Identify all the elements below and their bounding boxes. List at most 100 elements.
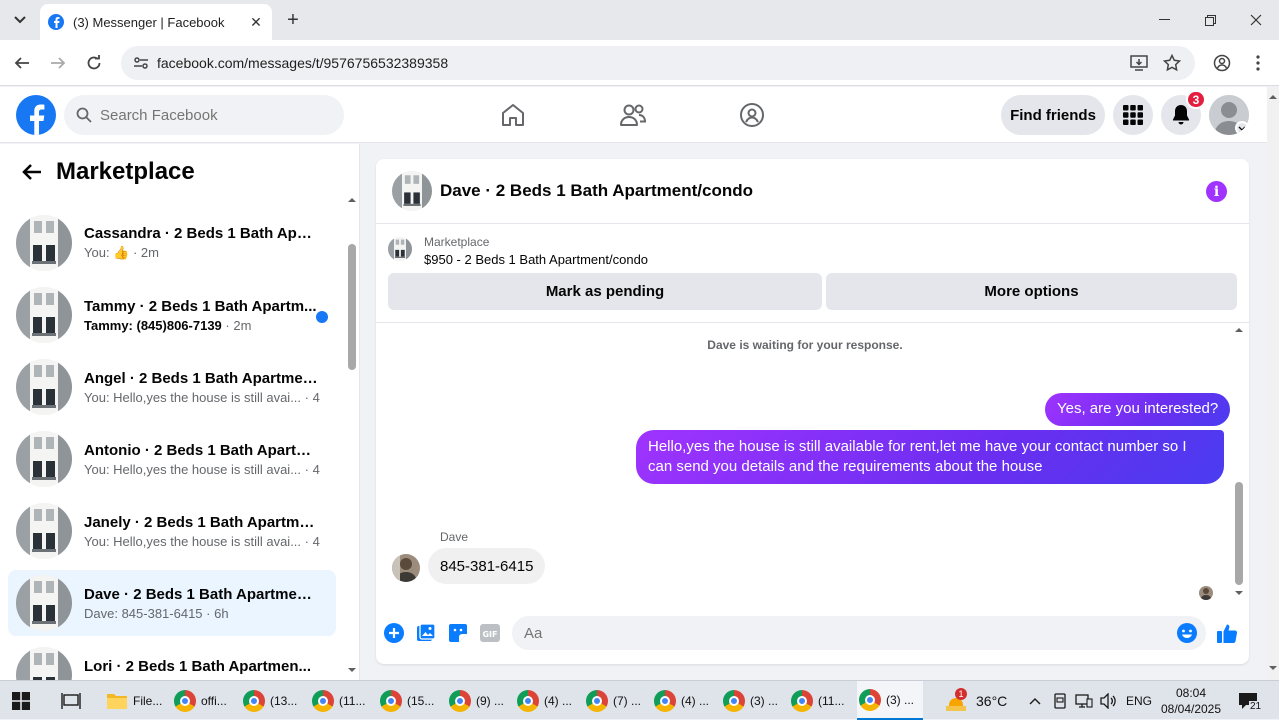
account-avatar[interactable] bbox=[1209, 95, 1249, 135]
conversation-thumbnail bbox=[16, 287, 72, 343]
conversation-item[interactable]: Tammy · 2 Beds 1 Bath Apartm... Tammy: (8… bbox=[8, 282, 336, 348]
search-input[interactable] bbox=[100, 106, 320, 124]
tray-overflow-chevron-icon[interactable] bbox=[1029, 681, 1041, 720]
sender-name: Dave bbox=[440, 530, 469, 544]
outgoing-message[interactable]: Hello,yes the house is still available f… bbox=[636, 430, 1224, 484]
minimize-button[interactable] bbox=[1141, 0, 1187, 40]
conversation-name: Tammy · 2 Beds 1 Bath Apartm... bbox=[84, 297, 317, 315]
back-arrow-icon[interactable] bbox=[22, 163, 42, 181]
conversation-preview: You: 👍 · 2m bbox=[84, 245, 159, 260]
chrome-icon bbox=[723, 689, 745, 712]
marketplace-listing-banner[interactable]: Marketplace $950 - 2 Beds 1 Bath Apartme… bbox=[388, 235, 1238, 271]
taskbar-label: (15... bbox=[407, 693, 435, 708]
like-thumb-icon[interactable] bbox=[1216, 622, 1238, 644]
svg-text:GIF: GIF bbox=[482, 630, 497, 639]
find-friends-button[interactable]: Find friends bbox=[1001, 95, 1105, 135]
install-app-icon[interactable] bbox=[1130, 54, 1148, 72]
sidebar-title: Marketplace bbox=[56, 158, 195, 185]
reload-icon[interactable] bbox=[82, 51, 106, 75]
conversation-item[interactable]: Angel · 2 Beds 1 Bath Apartment... You: H… bbox=[8, 354, 336, 420]
sidebar-scrollbar[interactable] bbox=[346, 192, 358, 680]
conversation-item[interactable]: Lori · 2 Beds 1 Bath Apartmen...You: yes… bbox=[8, 642, 336, 680]
incoming-message[interactable]: 845-381-6415 bbox=[428, 548, 546, 584]
sender-avatar[interactable] bbox=[392, 554, 420, 582]
home-icon[interactable] bbox=[497, 99, 529, 131]
taskbar-chrome-window[interactable]: (4) ... bbox=[515, 681, 581, 720]
outgoing-message[interactable]: Yes, are you interested? bbox=[1045, 393, 1231, 426]
profile-icon[interactable] bbox=[1210, 51, 1234, 75]
taskbar-chrome-window[interactable]: (15... bbox=[378, 681, 444, 720]
facebook-favicon-icon bbox=[48, 14, 64, 30]
more-options-button[interactable]: More options bbox=[826, 273, 1237, 310]
taskbar-chrome-window[interactable]: (13... bbox=[241, 681, 307, 720]
new-tab-button[interactable]: + bbox=[282, 9, 304, 31]
conversation-item[interactable]: Dave · 2 Beds 1 Bath Apartment/... Dave: … bbox=[8, 570, 336, 636]
input-language[interactable]: ENG bbox=[1126, 681, 1152, 720]
gif-icon[interactable]: GIF bbox=[479, 622, 501, 644]
conversation-info-icon[interactable]: i bbox=[1206, 181, 1227, 202]
thread-scrollbar[interactable] bbox=[1233, 322, 1245, 604]
notification-center-icon[interactable]: 21 bbox=[1238, 681, 1263, 720]
taskbar-file-explorer[interactable]: File... bbox=[104, 681, 170, 720]
task-view-icon[interactable] bbox=[61, 681, 81, 720]
listing-price-title: $950 - 2 Beds 1 Bath Apartment/condo bbox=[424, 252, 649, 267]
message-input-box[interactable] bbox=[512, 616, 1206, 650]
conversation-preview: Tammy: (845)806-7139 · 2m bbox=[84, 318, 320, 333]
volume-icon[interactable] bbox=[1100, 681, 1118, 720]
taskbar-chrome-window[interactable]: (11... bbox=[789, 681, 855, 720]
sticker-icon[interactable] bbox=[447, 622, 469, 644]
bookmark-star-icon[interactable] bbox=[1163, 54, 1181, 72]
chrome-icon bbox=[449, 689, 471, 712]
friends-icon[interactable] bbox=[617, 99, 649, 131]
conversation-thumbnail bbox=[16, 359, 72, 415]
taskbar-chrome-window[interactable]: (9) ... bbox=[447, 681, 513, 720]
attach-photo-icon[interactable] bbox=[415, 622, 437, 644]
back-icon[interactable] bbox=[10, 51, 34, 75]
chrome-icon bbox=[654, 689, 676, 712]
conversation-item[interactable]: Cassandra · 2 Beds 1 Bath Apart... You: 👍… bbox=[8, 210, 336, 276]
taskbar-label: (11... bbox=[339, 693, 366, 708]
address-bar[interactable]: facebook.com/messages/t/9576756532389358 bbox=[121, 46, 1195, 80]
chrome-icon bbox=[517, 689, 539, 712]
browser-menu-icon[interactable] bbox=[1246, 51, 1270, 75]
conversation-preview: You: Hello,yes the house is still avai..… bbox=[84, 533, 320, 549]
groups-icon[interactable] bbox=[736, 99, 768, 131]
conversation-item[interactable]: Janely · 2 Beds 1 Bath Apartmen... You: H… bbox=[8, 498, 336, 564]
restore-button[interactable] bbox=[1187, 0, 1233, 40]
windows-taskbar: File... offi... (13... (11... (15... (9) ... (… bbox=[0, 680, 1279, 720]
site-settings-icon[interactable] bbox=[133, 55, 149, 71]
chrome-icon bbox=[380, 689, 402, 712]
taskbar-chrome-window[interactable]: (7) ... bbox=[584, 681, 650, 720]
clock[interactable]: 08:04 08/04/2025 bbox=[1161, 681, 1221, 720]
chat-title[interactable]: Dave · 2 Beds 1 Bath Apartment/condo bbox=[440, 181, 753, 201]
browser-tab-active[interactable]: (3) Messenger | Facebook ✕ bbox=[40, 4, 272, 40]
mark-as-pending-button[interactable]: Mark as pending bbox=[388, 273, 822, 310]
close-window-button[interactable] bbox=[1233, 0, 1279, 40]
conversation-name: Angel · 2 Beds 1 Bath Apartment... bbox=[84, 369, 320, 387]
more-actions-plus-icon[interactable] bbox=[383, 622, 405, 644]
message-input[interactable] bbox=[524, 624, 1144, 642]
notification-count-badge: 3 bbox=[1186, 90, 1206, 109]
facebook-logo-icon[interactable] bbox=[16, 95, 56, 135]
forward-icon[interactable] bbox=[46, 51, 70, 75]
menu-grid-icon[interactable] bbox=[1113, 95, 1153, 135]
facebook-search-box[interactable] bbox=[64, 95, 344, 135]
page-scrollbar[interactable] bbox=[1267, 87, 1279, 680]
taskbar-chrome-window[interactable]: (4) ... bbox=[652, 681, 718, 720]
conversation-thumbnail bbox=[16, 575, 72, 631]
conversation-item[interactable]: Antonio · 2 Beds 1 Bath Apartme... You: H… bbox=[8, 426, 336, 492]
listing-thumbnail[interactable] bbox=[392, 171, 432, 211]
taskbar-chrome-window[interactable]: (3) ... bbox=[721, 681, 787, 720]
tab-close-icon[interactable]: ✕ bbox=[248, 14, 264, 31]
sidebar-header: Marketplace bbox=[0, 144, 359, 200]
taskbar-chrome-window[interactable]: (3) ... bbox=[857, 681, 923, 720]
taskbar-label: (13... bbox=[270, 693, 298, 708]
start-windows-icon[interactable] bbox=[12, 681, 30, 720]
emoji-icon[interactable] bbox=[1176, 622, 1198, 644]
network-icon[interactable] bbox=[1075, 681, 1093, 720]
weather-widget[interactable]: 1 36°C bbox=[944, 681, 1007, 720]
taskbar-chrome-window[interactable]: (11... bbox=[310, 681, 376, 720]
tab-search-chevron-icon[interactable] bbox=[8, 8, 32, 32]
tray-device-icon[interactable] bbox=[1053, 681, 1067, 720]
taskbar-chrome-window[interactable]: offi... bbox=[172, 681, 238, 720]
